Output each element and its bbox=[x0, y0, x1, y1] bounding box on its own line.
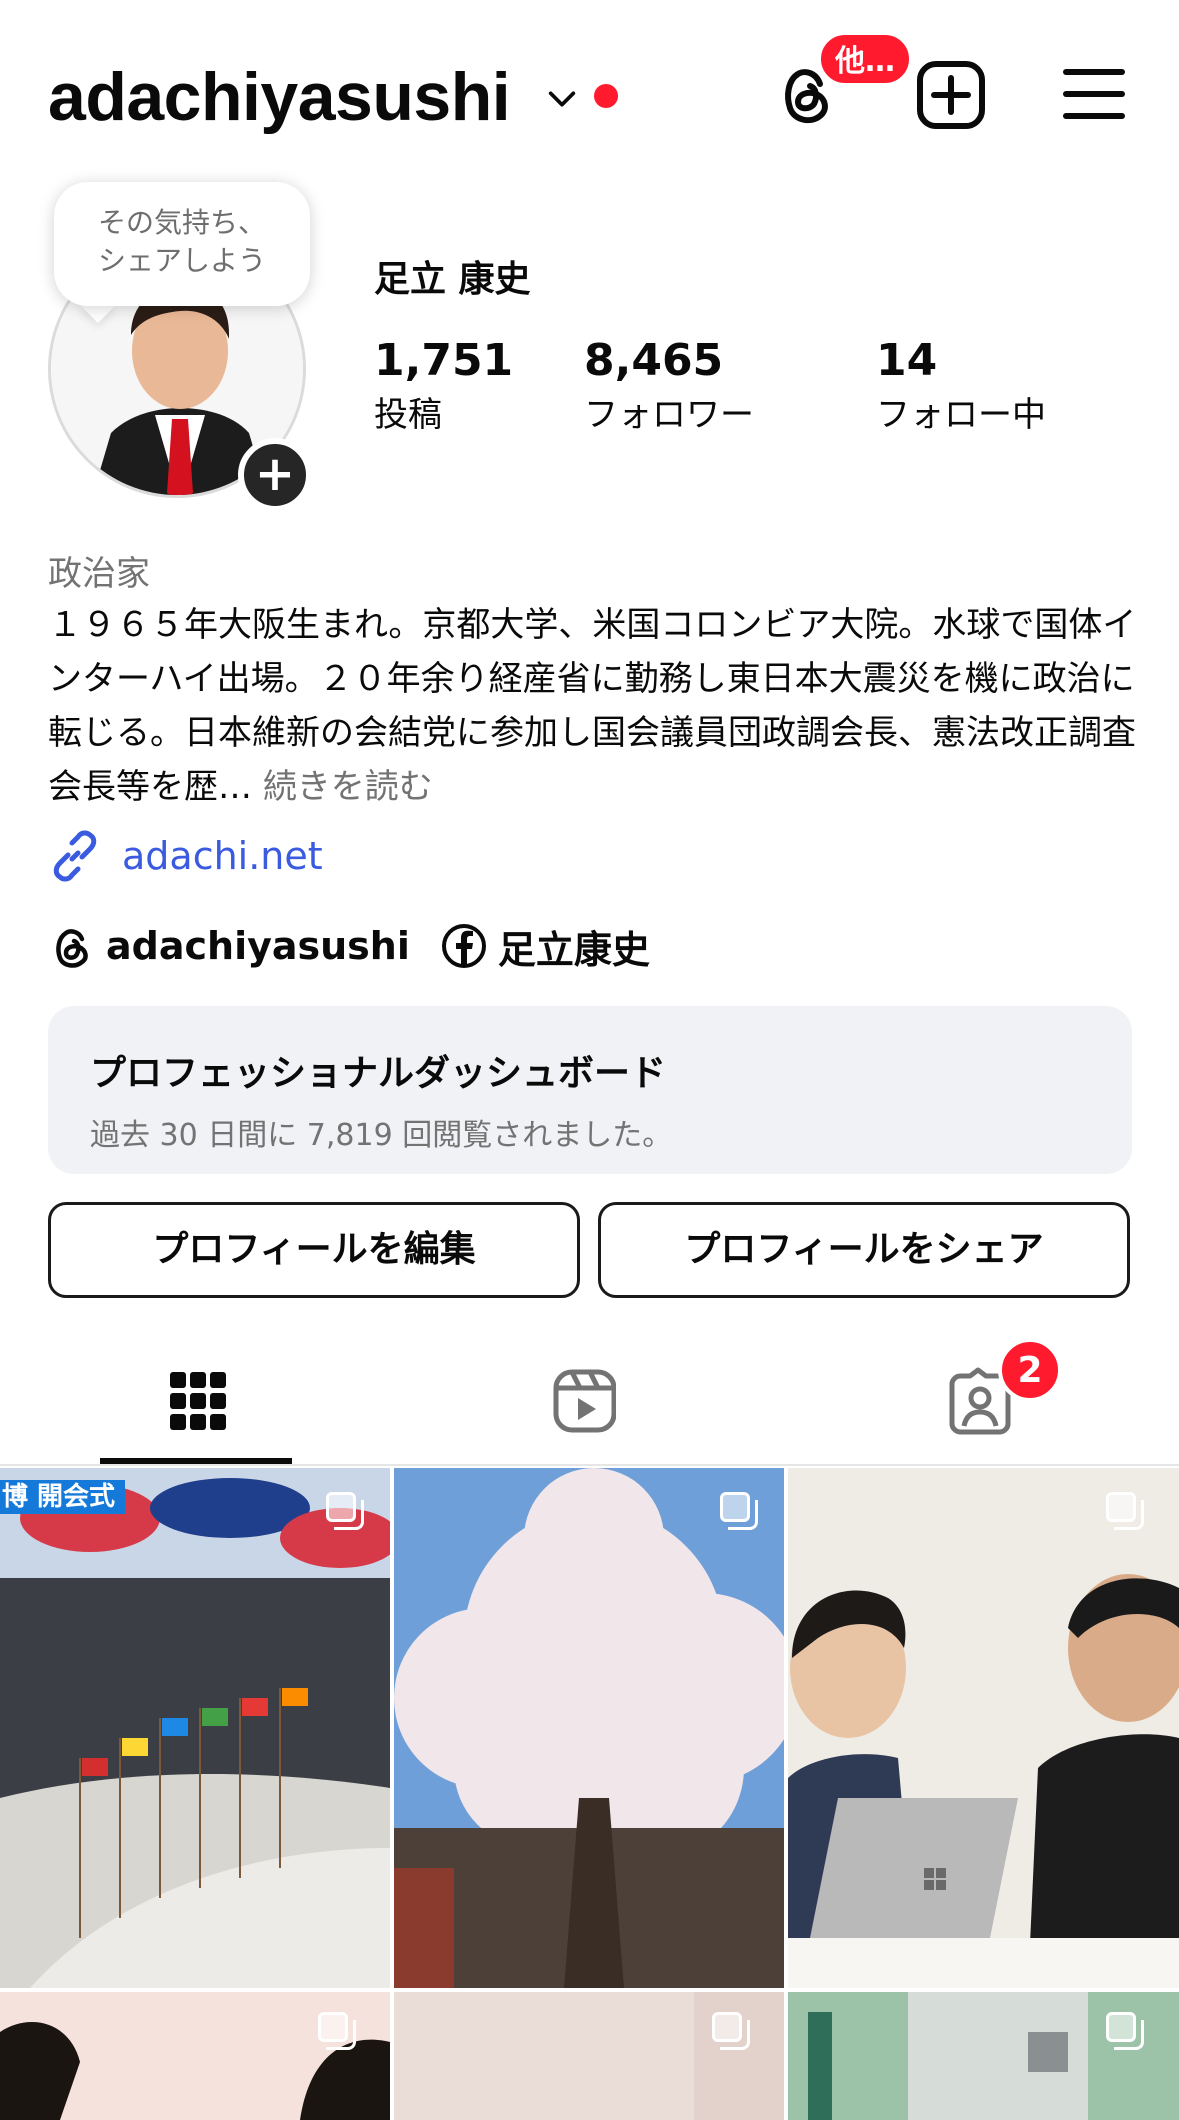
add-story-button[interactable]: + bbox=[238, 438, 312, 512]
posts-label: 投稿 bbox=[374, 395, 442, 435]
post-image-cherry-blossoms bbox=[394, 1468, 784, 1988]
threads-handle[interactable]: adachiyasushi bbox=[106, 924, 410, 968]
followers-label: フォロワー bbox=[584, 395, 754, 435]
following-count: 14 bbox=[876, 335, 938, 386]
post-thumbnail[interactable] bbox=[394, 1468, 784, 1988]
following-label: フォロー中 bbox=[876, 395, 1046, 435]
create-post-icon[interactable] bbox=[916, 60, 986, 130]
tab-posts-grid[interactable] bbox=[130, 1352, 326, 1466]
threads-icon bbox=[56, 929, 88, 968]
note-line-2: シェアしよう bbox=[97, 244, 266, 277]
post-thumbnail[interactable] bbox=[394, 1992, 784, 2120]
following-stat[interactable]: 14 フォロー中 bbox=[876, 336, 1046, 440]
linked-accounts: adachiyasushi 足立康史 bbox=[48, 916, 650, 976]
menu-icon[interactable] bbox=[1062, 66, 1126, 122]
dashboard-subtitle: 過去 30 日間に 7,819 回閲覧されました。 bbox=[90, 1118, 673, 1153]
edit-profile-button[interactable]: プロフィールを編集 bbox=[48, 1202, 580, 1298]
multiple-images-icon bbox=[1106, 1492, 1144, 1530]
post-image-illustration bbox=[788, 1468, 1179, 1988]
post-banner-label: 博 開会式 bbox=[0, 1480, 126, 1514]
post-thumbnail[interactable] bbox=[788, 1468, 1179, 1988]
bio-text: １９６５年大阪生まれ。京都大学、米国コロンビア大院。水球で国体インターハイ出場。… bbox=[48, 605, 1137, 807]
note-line-1: その気持ち、 bbox=[97, 206, 266, 239]
account-switcher-username[interactable]: adachiyasushi bbox=[48, 58, 511, 136]
professional-dashboard[interactable]: プロフェッショナルダッシュボード 過去 30 日間に 7,819 回閲覧されまし… bbox=[48, 1006, 1132, 1174]
threads-badge: 他… bbox=[818, 32, 912, 86]
website-link[interactable]: adachi.net bbox=[48, 826, 323, 886]
posts-count: 1,751 bbox=[374, 335, 514, 386]
profile-header: adachiyasushi 他… bbox=[0, 0, 1179, 190]
post-thumbnail[interactable]: 博 開会式 bbox=[0, 1468, 390, 1988]
profile-category: 政治家 bbox=[48, 554, 150, 594]
multiple-images-icon bbox=[318, 2012, 356, 2050]
multiple-images-icon bbox=[712, 2012, 750, 2050]
dashboard-title: プロフェッショナルダッシュボード bbox=[90, 1053, 667, 1094]
profile-bio: １９６５年大阪生まれ。京都大学、米国コロンビア大院。水球で国体インターハイ出場。… bbox=[48, 598, 1138, 814]
chevron-down-icon[interactable] bbox=[545, 82, 579, 116]
post-thumbnail[interactable] bbox=[788, 1992, 1179, 2120]
followers-stat[interactable]: 8,465 フォロワー bbox=[584, 336, 754, 440]
post-thumbnail[interactable] bbox=[0, 1992, 390, 2120]
tagged-count-badge: 2 bbox=[998, 1338, 1062, 1402]
reels-icon bbox=[553, 1369, 616, 1433]
notification-dot bbox=[594, 84, 618, 108]
posts-grid: 博 開会式 bbox=[0, 1468, 1179, 2120]
post-image-opening-ceremony bbox=[0, 1468, 390, 1988]
active-tab-indicator bbox=[100, 1458, 292, 1464]
full-name: 足立 康史 bbox=[374, 259, 531, 300]
followers-count: 8,465 bbox=[584, 335, 724, 386]
tab-reels[interactable] bbox=[524, 1352, 720, 1466]
website-url: adachi.net bbox=[122, 834, 323, 878]
bio-more-link[interactable]: 続きを読む bbox=[263, 767, 433, 807]
grid-icon bbox=[170, 1372, 226, 1430]
multiple-images-icon bbox=[720, 1492, 758, 1530]
link-icon bbox=[53, 830, 97, 882]
posts-stat[interactable]: 1,751 投稿 bbox=[374, 336, 513, 440]
multiple-images-icon bbox=[1106, 2012, 1144, 2050]
note-bubble[interactable]: その気持ち、 シェアしよう bbox=[54, 182, 310, 306]
facebook-icon bbox=[441, 924, 486, 968]
facebook-name[interactable]: 足立康史 bbox=[498, 919, 650, 974]
multiple-images-icon bbox=[326, 1492, 364, 1530]
share-profile-button[interactable]: プロフィールをシェア bbox=[598, 1202, 1130, 1298]
